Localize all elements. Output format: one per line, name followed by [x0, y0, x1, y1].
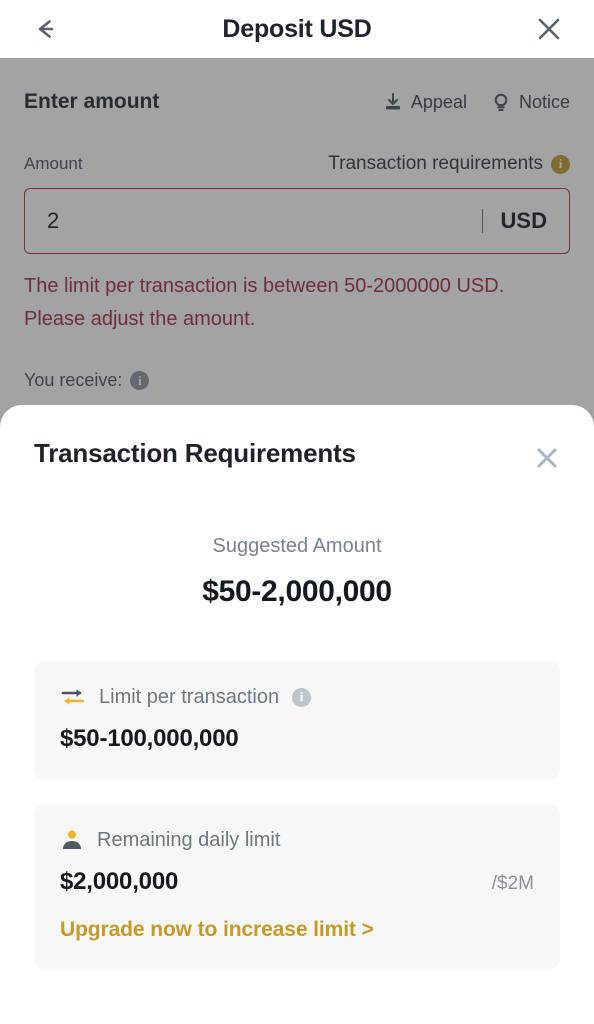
appeal-label: Appeal — [410, 91, 467, 112]
enter-amount-heading: Enter amount — [24, 90, 160, 113]
amount-input[interactable]: 2 — [47, 208, 482, 234]
card-value: $2,000,000 — [60, 868, 179, 895]
you-receive-row: You receive: i — [24, 370, 570, 391]
sheet-header: Transaction Requirements — [0, 405, 594, 475]
app-screen: Deposit USD Enter amount Appeal Notice A… — [0, 0, 594, 1024]
notice-label: Notice — [518, 91, 570, 112]
suggested-amount-block: Suggested Amount $50-2,000,000 — [0, 535, 594, 609]
card-value-suffix: /$2M — [491, 873, 534, 894]
card-header: Remaining daily limit — [60, 828, 534, 852]
info-icon[interactable]: i — [130, 371, 150, 390]
page-title: Deposit USD — [222, 14, 372, 43]
amount-input-container[interactable]: 2 USD — [24, 188, 570, 254]
suggested-amount-label: Suggested Amount — [212, 535, 382, 557]
close-icon — [537, 448, 557, 468]
inbox-download-icon — [385, 93, 400, 110]
enter-amount-header: Enter amount Appeal Notice — [24, 90, 570, 114]
info-icon[interactable]: i — [292, 687, 312, 707]
back-button[interactable] — [28, 12, 62, 46]
sheet-title: Transaction Requirements — [34, 438, 356, 468]
amount-field-label: Amount — [24, 154, 83, 173]
card-header: Limit per transaction i — [60, 685, 534, 709]
you-receive-label: You receive: — [24, 370, 123, 390]
notice-button[interactable]: Notice — [491, 92, 570, 113]
remaining-daily-limit-card: Remaining daily limit $2,000,000 /$2M Up… — [34, 804, 560, 969]
card-label: Limit per transaction — [99, 685, 280, 708]
currency-label: USD — [500, 208, 547, 233]
suggested-amount-value: $50-2,000,000 — [202, 575, 392, 608]
lightbulb-icon — [494, 93, 508, 111]
card-value-row: $50-100,000,000 — [60, 725, 534, 753]
sheet-close-button[interactable] — [530, 441, 564, 475]
user-icon — [63, 830, 81, 849]
exchange-arrows-icon — [61, 689, 85, 705]
arrow-left-icon — [38, 20, 54, 38]
info-icon: i — [551, 154, 570, 174]
amount-label-row: Amount Transaction requirements i — [24, 153, 570, 175]
appeal-button[interactable]: Appeal — [383, 92, 467, 113]
card-value: $50-100,000,000 — [60, 725, 239, 752]
limit-per-transaction-card: Limit per transaction i $50-100,000,000 — [34, 661, 560, 780]
transaction-requirements-label: Transaction requirements — [328, 153, 543, 174]
card-value-row: $2,000,000 /$2M — [60, 868, 534, 896]
transaction-requirements-sheet: Transaction Requirements Suggested Amoun… — [0, 405, 594, 1024]
amount-error-message: The limit per transaction is between 50-… — [24, 275, 505, 330]
navbar-close-button[interactable] — [532, 12, 566, 46]
header-actions: Appeal Notice — [383, 92, 570, 113]
close-icon — [538, 18, 560, 40]
input-divider — [481, 209, 483, 233]
upgrade-limit-link[interactable]: Upgrade now to increase limit > — [60, 918, 534, 942]
top-navbar: Deposit USD — [0, 0, 594, 58]
transaction-requirements-link[interactable]: Transaction requirements i — [328, 153, 570, 175]
card-label: Remaining daily limit — [97, 828, 281, 851]
